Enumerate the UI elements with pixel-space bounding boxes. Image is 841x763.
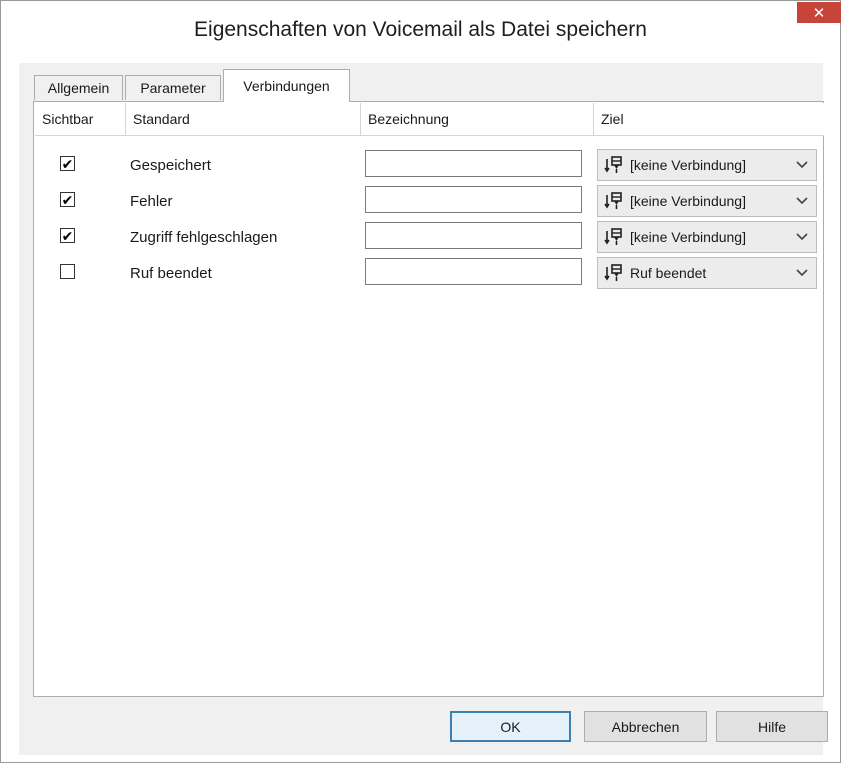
checkmark-icon: ✔ — [61, 227, 74, 244]
visible-checkbox[interactable]: ✔ — [60, 228, 75, 243]
connection-icon — [602, 189, 626, 213]
tab-verbindungen[interactable]: Verbindungen — [223, 69, 350, 102]
table-row: Ruf beendet Ruf beendet — [34, 256, 823, 292]
chevron-down-icon — [790, 261, 814, 285]
standard-label: Zugriff fehlgeschlagen — [130, 229, 278, 246]
ziel-dropdown[interactable]: [keine Verbindung] — [597, 185, 817, 217]
column-header-ziel[interactable]: Ziel — [594, 103, 824, 135]
table-header: Sichtbar Standard Bezeichnung Ziel — [35, 103, 824, 136]
connection-icon — [602, 225, 626, 249]
chevron-down-icon — [790, 225, 814, 249]
visible-checkbox[interactable] — [60, 264, 75, 279]
column-header-bezeichnung[interactable]: Bezeichnung — [361, 103, 594, 135]
connection-icon — [602, 261, 626, 285]
ziel-dropdown[interactable]: [keine Verbindung] — [597, 221, 817, 253]
chevron-down-icon — [790, 153, 814, 177]
dialog-window: Eigenschaften von Voicemail als Datei sp… — [0, 0, 841, 763]
bezeichnung-input[interactable] — [365, 222, 582, 249]
ziel-value: Ruf beendet — [630, 265, 707, 281]
title-bar: Eigenschaften von Voicemail als Datei sp… — [1, 1, 841, 63]
tab-parameter[interactable]: Parameter — [125, 75, 221, 100]
ziel-value: [keine Verbindung] — [630, 229, 746, 245]
standard-label: Gespeichert — [130, 157, 211, 174]
close-icon: ✕ — [812, 4, 826, 22]
window-title: Eigenschaften von Voicemail als Datei sp… — [194, 18, 647, 41]
bezeichnung-input[interactable] — [365, 150, 582, 177]
dialog-client-area: Allgemein Parameter Verbindungen Sichtba… — [19, 63, 828, 755]
ziel-value: [keine Verbindung] — [630, 157, 746, 173]
ziel-dropdown[interactable]: [keine Verbindung] — [597, 149, 817, 181]
table-row: ✔ Zugriff fehlgeschlagen [keine Verbindu… — [34, 220, 823, 256]
bezeichnung-input[interactable] — [365, 186, 582, 213]
checkmark-icon: ✔ — [61, 191, 74, 208]
connections-panel: Sichtbar Standard Bezeichnung Ziel ✔ Ges… — [33, 101, 824, 697]
standard-label: Fehler — [130, 193, 173, 210]
ziel-dropdown[interactable]: Ruf beendet — [597, 257, 817, 289]
cancel-button[interactable]: Abbrechen — [584, 711, 707, 742]
table-row: ✔ Fehler [keine Verbindung] — [34, 184, 823, 220]
ziel-value: [keine Verbindung] — [630, 193, 746, 209]
visible-checkbox[interactable]: ✔ — [60, 156, 75, 171]
close-button[interactable]: ✕ — [797, 2, 841, 23]
column-header-standard[interactable]: Standard — [126, 103, 361, 135]
help-button[interactable]: Hilfe — [716, 711, 828, 742]
table-row: ✔ Gespeichert [keine Verbindung] — [34, 148, 823, 184]
ok-button[interactable]: OK — [450, 711, 571, 742]
column-header-sichtbar[interactable]: Sichtbar — [35, 103, 126, 135]
bezeichnung-input[interactable] — [365, 258, 582, 285]
visible-checkbox[interactable]: ✔ — [60, 192, 75, 207]
chevron-down-icon — [790, 189, 814, 213]
tab-strip: Allgemein Parameter Verbindungen — [34, 69, 814, 102]
tab-allgemein[interactable]: Allgemein — [34, 75, 123, 100]
checkmark-icon: ✔ — [61, 155, 74, 172]
standard-label: Ruf beendet — [130, 265, 212, 282]
connection-icon — [602, 153, 626, 177]
